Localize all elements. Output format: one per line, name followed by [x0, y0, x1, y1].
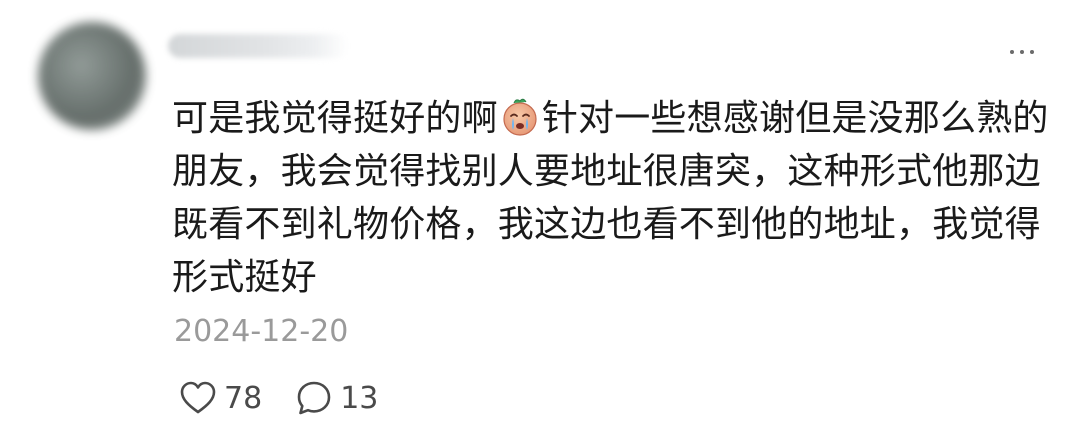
more-dots-icon	[1010, 50, 1014, 54]
reply-count: 13	[340, 380, 379, 416]
more-dots-icon	[1030, 50, 1034, 54]
crying-face-emoji-icon	[503, 98, 537, 136]
heart-outline-icon	[180, 381, 216, 414]
comment-text-part-1: 可是我觉得挺好的啊	[172, 98, 498, 139]
comment-date: 2024-12-20	[174, 314, 349, 349]
comment-text: 可是我觉得挺好的啊 针对一些想感谢但是没那么熟的朋友，我会觉得找别人要地址很唐突…	[172, 92, 1052, 304]
like-count: 78	[224, 380, 263, 416]
username-blurred[interactable]	[168, 34, 348, 58]
comment-card: 可是我觉得挺好的啊 针对一些想感谢但是没那么熟的朋友，我会觉得找别人要地址很唐突…	[0, 0, 1080, 435]
more-options-button[interactable]	[1000, 40, 1044, 64]
more-dots-icon	[1020, 50, 1024, 54]
reply-button[interactable]: 13	[296, 380, 378, 416]
comment-actions: 78 13	[180, 378, 378, 418]
speech-bubble-outline-icon	[297, 381, 331, 415]
like-button[interactable]: 78	[180, 381, 262, 416]
avatar[interactable]	[38, 22, 146, 130]
